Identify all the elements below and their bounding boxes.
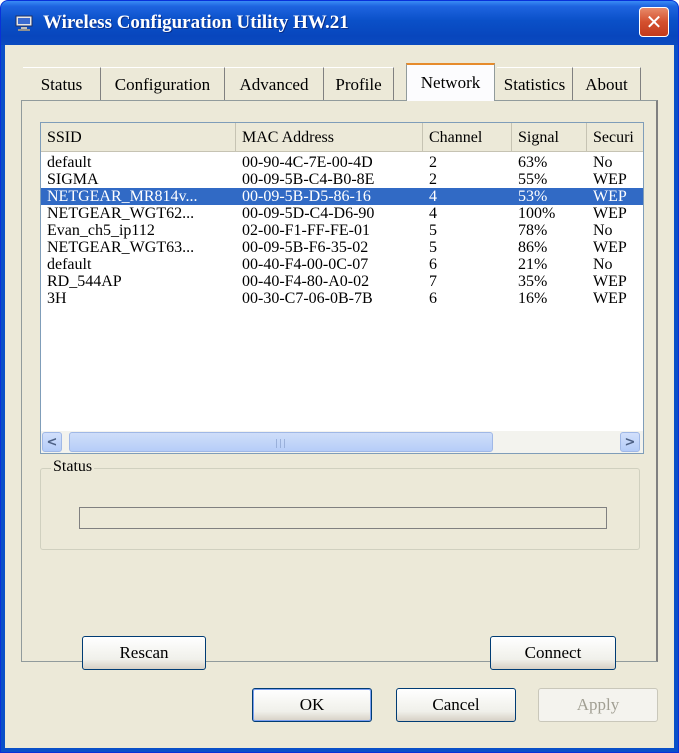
network-row[interactable]: default 00-90-4C-7E-00-4D 2 63% No [41,154,643,171]
cell-signal: 63% [518,154,548,171]
cell-channel: 2 [429,171,437,188]
network-tab-panel: SSID MAC Address Channel Signal Securi d… [21,100,658,670]
tab-profile[interactable]: Profile [324,67,394,101]
network-row[interactable]: RD_544AP 00-40-F4-80-A0-02 7 35% WEP [41,273,643,290]
title-bar[interactable]: Wireless Configuration Utility HW.21 ✕ [1,1,678,45]
network-row[interactable]: NETGEAR_MR814v... 00-09-5B-D5-86-16 4 53% WE… [41,188,643,205]
scroll-left-button[interactable]: < [42,432,62,452]
network-list[interactable]: SSID MAC Address Channel Signal Securi d… [40,122,644,454]
column-header-mac-address[interactable]: MAC Address [236,123,423,151]
apply-button[interactable]: Apply [538,688,658,722]
cell-channel: 5 [429,239,437,256]
scroll-right-button[interactable]: > [620,432,640,452]
cell-ssid: NETGEAR_MR814v... [47,188,198,205]
tab-about[interactable]: About [573,67,641,101]
dialog-window: Wireless Configuration Utility HW.21 ✕ S… [0,0,679,753]
column-header-channel[interactable]: Channel [423,123,512,151]
list-header: SSID MAC Address Channel Signal Securi [41,123,643,152]
cell-mac-address: 02-00-F1-FF-FE-01 [242,222,371,239]
tab-configuration[interactable]: Configuration [101,67,225,101]
network-rows: default 00-90-4C-7E-00-4D 2 63% No SIGMA 00-09… [41,154,643,307]
status-group-label: Status [51,458,95,476]
cell-mac-address: 00-09-5B-F6-35-02 [242,239,369,256]
connect-button[interactable]: Connect [490,636,616,670]
cell-channel: 6 [429,290,437,307]
window-title: Wireless Configuration Utility HW.21 [43,12,349,33]
chevron-left-icon: < [46,434,58,450]
client-area: Status Configuration Advanced Profile Ne… [5,45,674,748]
cell-ssid: SIGMA [47,171,99,188]
cell-signal: 21% [518,256,548,273]
cell-security: No [593,222,613,239]
cell-mac-address: 00-40-F4-00-0C-07 [242,256,369,273]
status-group: Status [40,458,640,550]
network-row[interactable]: 3H 00-30-C7-06-0B-7B 6 16% WEP [41,290,643,307]
cell-channel: 4 [429,188,437,205]
cell-mac-address: 00-90-4C-7E-00-4D [242,154,373,171]
chevron-right-icon: > [624,434,636,450]
grip-icon: ||| [275,439,288,449]
cell-security: No [593,256,613,273]
rescan-button[interactable]: Rescan [82,636,206,670]
cell-signal: 55% [518,171,548,188]
cell-ssid: RD_544AP [47,273,122,290]
cell-ssid: Evan_ch5_ip112 [47,222,155,239]
cell-security: No [593,154,613,171]
cell-security: WEP [593,205,627,222]
network-row[interactable]: default 00-40-F4-00-0C-07 6 21% No [41,256,643,273]
cell-ssid: NETGEAR_WGT63... [47,239,195,256]
tab-network[interactable]: Network [406,63,495,101]
tab-advanced[interactable]: Advanced [225,67,324,101]
network-row[interactable]: Evan_ch5_ip112 02-00-F1-FF-FE-01 5 78% No [41,222,643,239]
network-row[interactable]: NETGEAR_WGT63... 00-09-5B-F6-35-02 5 86% WEP [41,239,643,256]
tab-statistics[interactable]: Statistics [497,67,573,101]
close-icon: ✕ [645,10,663,34]
monitor-icon [15,15,33,31]
cell-security: WEP [593,273,627,290]
cell-channel: 5 [429,222,437,239]
cell-mac-address: 00-30-C7-06-0B-7B [242,290,373,307]
cell-ssid: default [47,154,92,171]
cell-ssid: NETGEAR_WGT62... [47,205,195,222]
network-row[interactable]: NETGEAR_WGT62... 00-09-5D-C4-D6-90 4 100% WE… [41,205,643,222]
cell-security: WEP [593,171,627,188]
column-header-ssid[interactable]: SSID [41,123,236,151]
cell-channel: 6 [429,256,437,273]
column-header-security[interactable]: Securi [587,123,643,151]
cell-signal: 86% [518,239,548,256]
cancel-button[interactable]: Cancel [396,688,516,722]
cell-mac-address: 00-09-5D-C4-D6-90 [242,205,375,222]
cell-mac-address: 00-40-F4-80-A0-02 [242,273,370,290]
ok-button[interactable]: OK [252,688,372,722]
cell-security: WEP [593,290,627,307]
cell-mac-address: 00-09-5B-C4-B0-8E [242,171,375,188]
cell-channel: 4 [429,205,437,222]
cell-ssid: default [47,256,92,273]
cell-channel: 7 [429,273,437,290]
cell-signal: 53% [518,188,548,205]
cell-ssid: 3H [47,290,67,307]
close-button[interactable]: ✕ [639,7,669,37]
cell-signal: 35% [518,273,548,290]
cell-signal: 16% [518,290,548,307]
cell-security: WEP [593,188,627,205]
cell-signal: 100% [518,205,556,222]
network-row[interactable]: SIGMA 00-09-5B-C4-B0-8E 2 55% WEP [41,171,643,188]
column-header-signal[interactable]: Signal [512,123,587,151]
connection-progress-bar [79,507,607,529]
cell-signal: 78% [518,222,548,239]
cell-security: WEP [593,239,627,256]
scrollbar-thumb[interactable]: ||| [69,432,493,452]
cell-channel: 2 [429,154,437,171]
cell-mac-address: 00-09-5B-D5-86-16 [242,188,371,205]
horizontal-scrollbar[interactable]: < ||| > [41,431,643,453]
tab-status[interactable]: Status [23,67,101,101]
